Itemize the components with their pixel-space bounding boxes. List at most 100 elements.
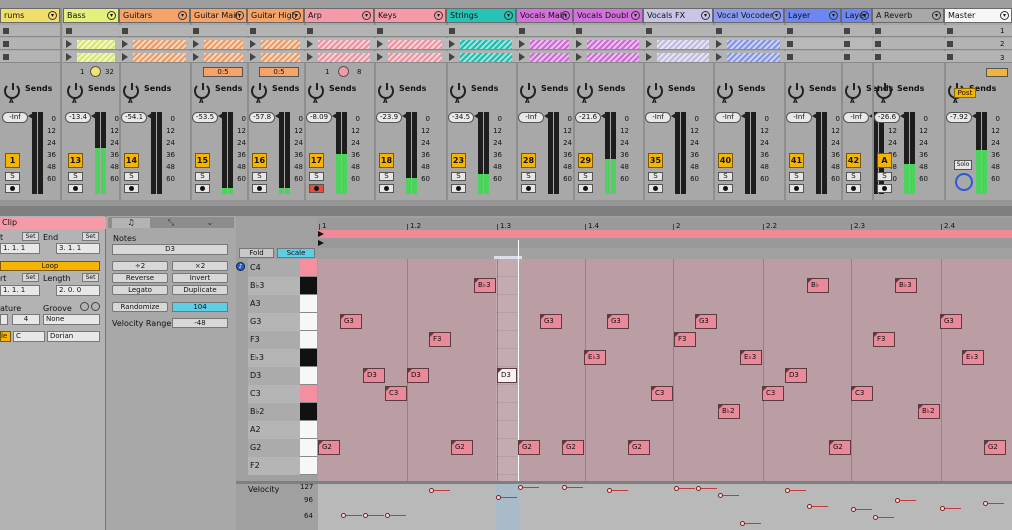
note-pitch-field[interactable]: D3 — [112, 244, 228, 255]
clip[interactable] — [587, 53, 639, 62]
clip[interactable] — [530, 53, 569, 62]
volume-field[interactable]: -34.5 — [448, 112, 474, 123]
clip-stop-icon[interactable] — [947, 54, 953, 60]
clip-stop-icon[interactable] — [66, 28, 72, 34]
piano-key[interactable] — [300, 259, 317, 277]
track-fold-icon[interactable]: ▾ — [434, 11, 443, 20]
midi-note[interactable]: G2 — [829, 440, 851, 455]
arm-button[interactable] — [252, 184, 267, 193]
midi-note[interactable]: F3 — [873, 332, 895, 347]
midi-note[interactable]: G3 — [940, 314, 962, 329]
midi-note[interactable]: G3 — [340, 314, 362, 329]
send-knob[interactable] — [123, 83, 139, 99]
halve-button[interactable]: ÷2 — [112, 261, 168, 271]
loop-button[interactable]: Loop — [0, 261, 100, 271]
clip-slot[interactable] — [446, 25, 516, 37]
clip-stop-icon[interactable] — [787, 41, 793, 47]
track-activator-button[interactable]: 17 — [309, 153, 324, 168]
duplicate-button[interactable]: Duplicate — [172, 285, 228, 295]
track-fold-icon[interactable]: ▾ — [631, 11, 640, 20]
piano-key[interactable] — [300, 385, 317, 403]
clip-stop-icon[interactable] — [519, 28, 525, 34]
midi-note[interactable]: B♭2 — [718, 404, 740, 419]
solo-s-button[interactable]: S — [68, 172, 83, 181]
track-header[interactable]: Guitar Main ▾ — [190, 8, 247, 23]
clip-slot[interactable] — [374, 25, 446, 37]
fader-handle-icon[interactable] — [900, 113, 905, 119]
arm-button[interactable] — [68, 184, 83, 193]
clip[interactable] — [657, 53, 709, 62]
midi-note[interactable]: G2 — [318, 440, 340, 455]
volume-field[interactable]: -53.5 — [192, 112, 218, 123]
clip-slot[interactable] — [190, 38, 247, 50]
solo-s-button[interactable]: S — [252, 172, 267, 181]
volume-field[interactable]: -Inf — [786, 112, 812, 123]
arm-button[interactable] — [846, 184, 861, 193]
loop-start-set-button[interactable]: Set — [22, 273, 39, 282]
midi-note[interactable]: G2 — [518, 440, 540, 455]
clip[interactable] — [460, 53, 512, 62]
clip-stop-icon[interactable] — [122, 28, 128, 34]
track-fold-icon[interactable]: ▾ — [362, 11, 371, 20]
clip-slot[interactable] — [516, 25, 573, 37]
piano-key[interactable] — [300, 403, 317, 421]
piano-key[interactable] — [300, 313, 317, 331]
clip-stop-icon[interactable] — [875, 54, 881, 60]
fader-handle-icon[interactable] — [147, 113, 152, 119]
track-header[interactable]: Layer ▾ — [784, 8, 841, 23]
end-set-button[interactable]: Set — [82, 232, 99, 241]
piano-key[interactable] — [300, 331, 317, 349]
clip-play-icon[interactable] — [250, 53, 256, 61]
midi-note[interactable]: C3 — [851, 386, 873, 401]
midi-note[interactable]: B♭2 — [918, 404, 940, 419]
clip-play-icon[interactable] — [122, 40, 128, 48]
track-fold-icon[interactable]: ▾ — [829, 11, 838, 20]
clip-play-icon[interactable] — [193, 53, 199, 61]
clip-stop-icon[interactable] — [947, 28, 953, 34]
midi-note[interactable]: G2 — [562, 440, 584, 455]
clip-stop-icon[interactable] — [787, 54, 793, 60]
arm-button[interactable] — [309, 184, 324, 193]
midi-note[interactable]: D3 — [497, 368, 517, 383]
track-fold-icon[interactable]: ▾ — [178, 11, 187, 20]
volume-field[interactable]: -Inf — [518, 112, 544, 123]
clip-play-icon[interactable] — [646, 53, 652, 61]
midi-note[interactable]: G3 — [540, 314, 562, 329]
track-header[interactable]: Guitars ▾ — [119, 8, 190, 23]
solo-s-button[interactable]: S — [5, 172, 20, 181]
piano-key[interactable] — [300, 439, 317, 457]
midi-note[interactable]: F3 — [674, 332, 696, 347]
clip-stop-icon[interactable] — [307, 28, 313, 34]
piano-key[interactable] — [300, 295, 317, 313]
clip-stop-icon[interactable] — [449, 28, 455, 34]
signature-numerator-field[interactable] — [0, 314, 8, 325]
midi-note[interactable]: C3 — [762, 386, 784, 401]
clip-stop-icon[interactable] — [646, 28, 652, 34]
solo-s-button[interactable]: S — [877, 172, 892, 181]
send-knob[interactable] — [876, 83, 892, 99]
track-activator-button[interactable]: 15 — [195, 153, 210, 168]
fader-handle-icon[interactable] — [332, 113, 337, 119]
clip-stop-icon[interactable] — [844, 54, 850, 60]
clip-slot[interactable] — [63, 38, 119, 50]
loop-start-field[interactable]: 1. 1. 1 — [0, 285, 40, 296]
volume-field[interactable]: -26.6 — [874, 112, 900, 123]
tab-notes-icon[interactable]: ♫ — [112, 218, 150, 228]
clip-stop-icon[interactable] — [250, 28, 256, 34]
clip-slot[interactable] — [374, 51, 446, 63]
track-header[interactable]: Vocal Vocoder ▾ — [713, 8, 784, 23]
volume-field[interactable]: -21.6 — [575, 112, 601, 123]
scale-button[interactable]: Scale — [277, 248, 315, 258]
midi-note[interactable]: G3 — [695, 314, 717, 329]
clip-stop-icon[interactable] — [875, 41, 881, 47]
fader-handle-icon[interactable] — [544, 113, 549, 119]
track-fold-icon[interactable]: ▾ — [932, 11, 941, 20]
send-knob[interactable] — [520, 83, 536, 99]
track-fold-icon[interactable]: ▾ — [504, 11, 513, 20]
send-knob[interactable] — [378, 83, 394, 99]
clip-slot[interactable] — [643, 25, 713, 37]
volume-field[interactable]: -Inf — [843, 112, 869, 123]
clip-slot[interactable] — [190, 25, 247, 37]
arm-button[interactable] — [718, 184, 733, 193]
midi-note[interactable]: G3 — [607, 314, 629, 329]
